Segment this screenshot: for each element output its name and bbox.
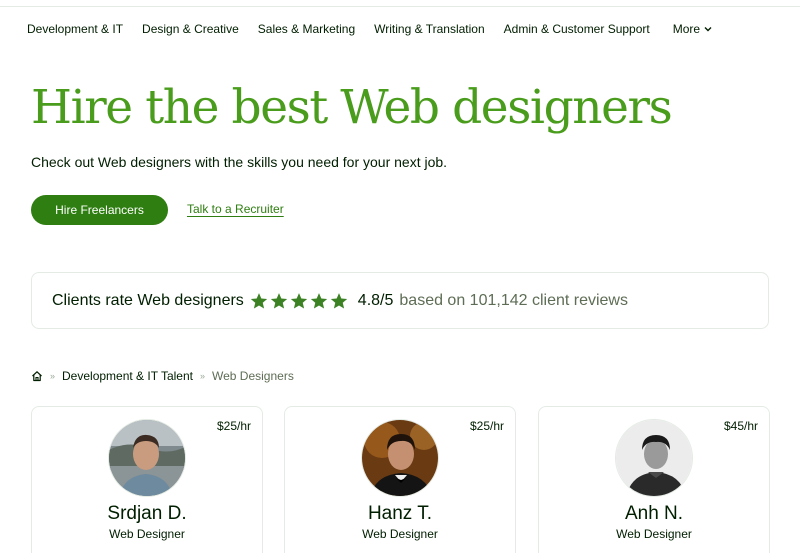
rating-label: Clients rate Web designers bbox=[52, 291, 244, 309]
breadcrumb-development-it-talent[interactable]: Development & IT Talent bbox=[62, 369, 193, 383]
rating-reviews-count: based on 101,142 client reviews bbox=[399, 291, 628, 309]
breadcrumb-separator: » bbox=[50, 371, 56, 381]
star-icon bbox=[270, 292, 287, 308]
page-subtitle: Check out Web designers with the skills … bbox=[31, 154, 448, 170]
page-title: Hire the best Web designers bbox=[31, 80, 673, 135]
star-icon bbox=[330, 292, 347, 308]
freelancer-role: Web Designer bbox=[109, 527, 185, 541]
breadcrumb: » Development & IT Talent » Web Designer… bbox=[31, 368, 294, 384]
nav-admin-support[interactable]: Admin & Customer Support bbox=[504, 22, 650, 36]
freelancer-card[interactable]: $25/hr Srdjan D. Web Designer bbox=[31, 406, 263, 553]
freelancer-name: Anh N. bbox=[624, 503, 684, 524]
nav-design-creative[interactable]: Design & Creative bbox=[142, 22, 239, 36]
top-divider bbox=[0, 6, 800, 7]
freelancer-name: Hanz T. bbox=[367, 503, 433, 524]
category-nav: Development & IT Design & Creative Sales… bbox=[27, 21, 731, 37]
talk-to-recruiter-link[interactable]: Talk to a Recruiter bbox=[187, 202, 284, 216]
freelancer-card[interactable]: $45/hr Anh N. Web Designer bbox=[538, 406, 770, 553]
freelancer-card[interactable]: $25/hr Hanz T. Web Designer bbox=[284, 406, 516, 553]
breadcrumb-separator: » bbox=[199, 371, 205, 381]
avatar bbox=[361, 419, 439, 497]
hourly-rate: $45/hr bbox=[723, 419, 758, 433]
rating-score: 4.8/5 bbox=[357, 291, 394, 309]
nav-more-label: More bbox=[672, 22, 701, 36]
hourly-rate: $25/hr bbox=[469, 419, 504, 433]
nav-development-it[interactable]: Development & IT bbox=[27, 22, 123, 36]
freelancer-role: Web Designer bbox=[362, 527, 438, 541]
avatar bbox=[615, 419, 693, 497]
star-icon bbox=[290, 292, 307, 308]
hourly-rate: $25/hr bbox=[216, 419, 251, 433]
nav-sales-marketing[interactable]: Sales & Marketing bbox=[258, 22, 355, 36]
freelancer-role: Web Designer bbox=[616, 527, 692, 541]
avatar bbox=[108, 419, 186, 497]
home-icon[interactable] bbox=[31, 370, 43, 382]
rating-stars bbox=[250, 292, 350, 310]
chevron-down-icon bbox=[704, 27, 712, 32]
star-icon bbox=[310, 292, 327, 308]
breadcrumb-current: Web Designers bbox=[212, 369, 294, 383]
nav-more-menu[interactable]: More bbox=[673, 22, 712, 36]
hire-freelancers-button[interactable]: Hire Freelancers bbox=[31, 195, 168, 225]
client-rating-box: Clients rate Web designers 4.8/5 based o… bbox=[31, 272, 769, 329]
freelancer-name: Srdjan D. bbox=[107, 503, 187, 524]
nav-writing-translation[interactable]: Writing & Translation bbox=[374, 22, 485, 36]
star-icon bbox=[250, 292, 267, 308]
